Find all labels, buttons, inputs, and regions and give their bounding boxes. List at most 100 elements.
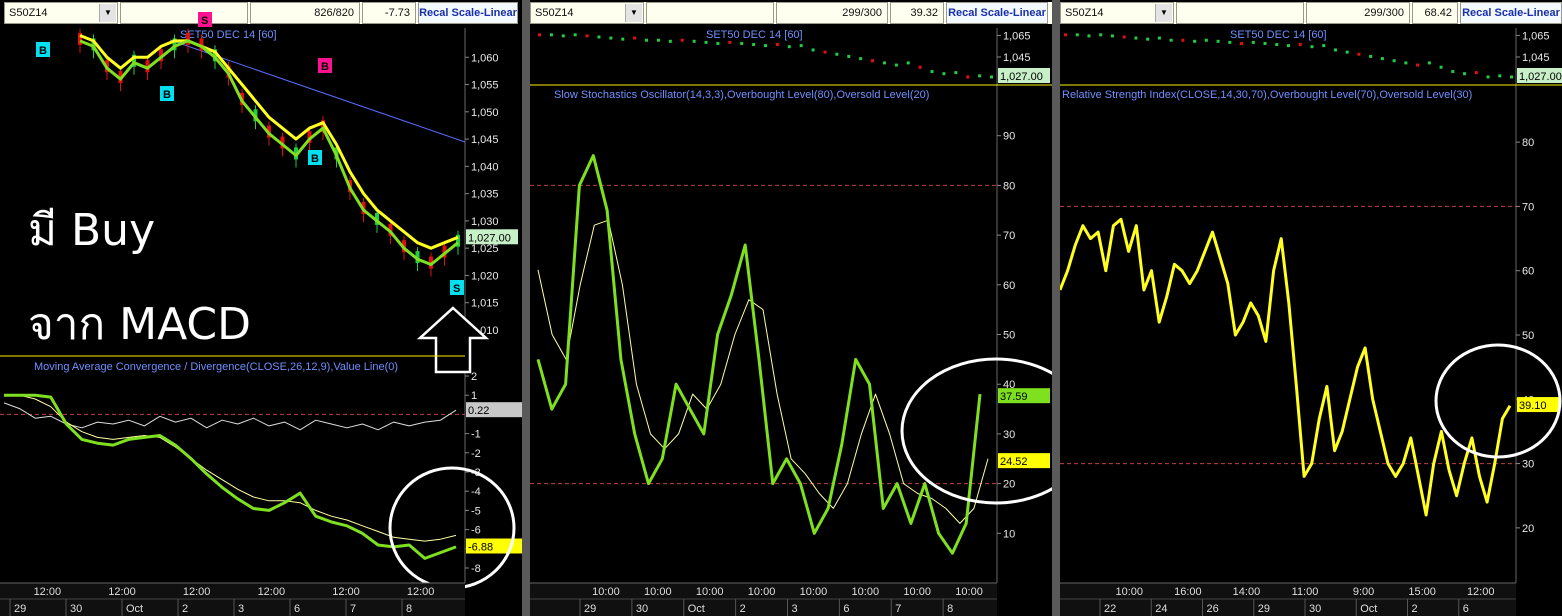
y-tick-label: 1,060 (471, 52, 499, 64)
annotation-macd: จาก MACD (28, 299, 252, 350)
mini-price-dot (680, 38, 684, 42)
mini-y-tick-label: 1,045 (1522, 52, 1550, 64)
mini-price-dot (859, 57, 863, 61)
mini-price-dot (1193, 39, 1197, 43)
y-tick-label: 1,020 (471, 270, 499, 282)
mini-price-dot (1157, 36, 1161, 40)
mini-price-dot (847, 54, 851, 58)
mini-last-label: 1,027.00 (1000, 71, 1043, 83)
mini-price-dot (978, 74, 982, 78)
mini-price-dot (704, 40, 708, 44)
x-tick-label: 12:00 (1467, 586, 1495, 598)
date-label: 24 (1155, 603, 1167, 615)
mini-price-dot (966, 75, 970, 79)
chart-panel-3: S50Z14 ▼ 299/300 68.42 Recal Scale-Linear… (1060, 0, 1562, 616)
y-tick-label: 1,025 (471, 243, 499, 255)
mini-price-dot (1322, 44, 1326, 48)
mini-y-tick-label: 1,045 (1003, 52, 1031, 64)
mini-price-dot (585, 34, 589, 38)
mini-price-dot (811, 48, 815, 52)
date-label: 3 (238, 603, 244, 615)
mini-price-dot (597, 35, 601, 39)
rsi-line (1060, 217, 1512, 517)
y-tick-label: 1,035 (471, 189, 499, 201)
chart-panel-1: S50Z14 ▼ 826/820 -7.73 Recal Scale-Linear… (0, 0, 522, 616)
mini-price-dot (1498, 74, 1502, 78)
mini-price-dot (1310, 45, 1314, 49)
mini-price-dot (1463, 72, 1467, 76)
mini-price-dot (764, 44, 767, 48)
mini-price-dot (1099, 33, 1103, 37)
mini-price-dot (775, 43, 779, 47)
macd-y-tick-label: 1 (471, 390, 477, 402)
chart-title: SET50 DEC 14 [60] (180, 29, 277, 41)
mini-price-dot (787, 45, 791, 49)
mini-price-dot (1357, 52, 1361, 56)
mini-price-dot (1416, 63, 1420, 67)
mini-price-dot (1427, 61, 1431, 65)
mini-price-dot (1087, 34, 1091, 38)
rsi-y-tick-label: 80 (1522, 137, 1534, 149)
x-tick-label: 12:00 (332, 586, 360, 598)
stoch-k-line (536, 154, 982, 555)
macd-y-tick-label: -6 (471, 525, 481, 537)
mini-price-dot (882, 61, 886, 65)
x-tick-label: 15:00 (1408, 586, 1436, 598)
date-label: 8 (947, 603, 953, 615)
macd-y-tick-label: -1 (471, 429, 481, 441)
date-label: Oct (688, 603, 705, 615)
signal-label: S (453, 283, 460, 295)
y-tick-label: 1,030 (471, 216, 499, 228)
macd-title: Moving Average Convergence / Divergence(… (34, 361, 398, 373)
macd-y-tick-label: -4 (471, 486, 481, 498)
mini-price-dot (1146, 37, 1150, 41)
mini-price-dot (1275, 43, 1279, 47)
stoch-y-tick-label: 20 (1003, 479, 1015, 491)
stoch-y-tick-label: 30 (1003, 429, 1015, 441)
stoch-y-tick-label: 90 (1003, 131, 1015, 143)
date-label: 29 (14, 603, 26, 615)
x-tick-label: 10:00 (748, 586, 776, 598)
mini-price-dot (1369, 54, 1373, 58)
mini-price-dot (871, 59, 875, 63)
macd-value-label: -6.88 (468, 541, 493, 553)
rsi-y-tick-label: 60 (1522, 266, 1534, 278)
macd-y-tick-label: -8 (471, 563, 481, 575)
mini-price-dot (561, 34, 565, 38)
mini-price-dot (1228, 40, 1232, 44)
mini-price-dot (1134, 36, 1138, 40)
macd-line (4, 393, 457, 560)
mini-price-dot (823, 50, 827, 54)
mini-price-dot (835, 52, 839, 56)
mini-price-dot (1204, 38, 1208, 42)
annotation-buy: มี Buy (28, 205, 156, 256)
mini-price-dot (894, 63, 898, 67)
candle-body (186, 32, 190, 45)
y-tick-label: 1,050 (471, 107, 499, 119)
mini-price-dot (1510, 75, 1513, 79)
x-tick-label: 10:00 (903, 586, 931, 598)
panel-separator[interactable] (1052, 0, 1060, 616)
date-label: 2 (740, 603, 746, 615)
mini-price-dot (930, 70, 934, 74)
rsi-value-label: 39.10 (1519, 400, 1547, 412)
x-tick-label: 10:00 (852, 586, 880, 598)
mini-price-dot (549, 33, 553, 37)
mini-last-label: 1,027.00 (1519, 71, 1562, 83)
panel-separator[interactable] (522, 0, 530, 616)
signal-label: B (163, 89, 171, 101)
mini-price-dot (918, 65, 922, 69)
stoch-d-line (537, 219, 989, 524)
date-label: 26 (1207, 603, 1219, 615)
date-label: Oct (126, 603, 143, 615)
mini-price-dot (799, 44, 803, 48)
mini-price-dot (573, 33, 577, 37)
date-label: 22 (1104, 603, 1116, 615)
rsi-y-tick-label: 20 (1522, 523, 1534, 535)
rsi-y-tick-label: 50 (1522, 330, 1534, 342)
stoch-y-tick-label: 50 (1003, 330, 1015, 342)
rsi-y-tick-label: 30 (1522, 459, 1534, 471)
stoch-y-tick-label: 70 (1003, 230, 1015, 242)
macd-zero-label: 0.22 (468, 405, 489, 417)
mini-price-dot (1169, 38, 1173, 42)
